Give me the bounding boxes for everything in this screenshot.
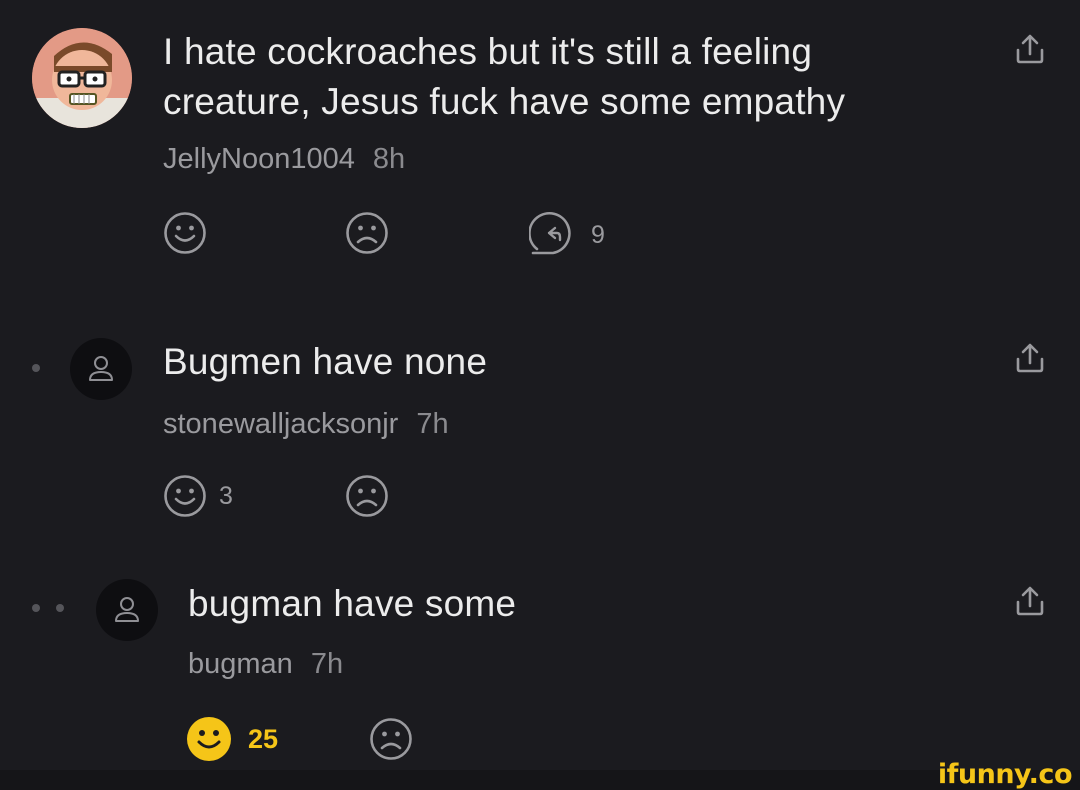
username[interactable]: bugman	[188, 648, 293, 680]
avatar[interactable]	[32, 28, 132, 128]
thread-depth-dot	[32, 364, 40, 372]
unsmile-icon	[346, 475, 388, 517]
share-icon[interactable]	[1013, 584, 1047, 618]
avatar[interactable]	[96, 579, 158, 641]
smile-button[interactable]	[163, 211, 207, 255]
timestamp: 7h	[310, 648, 344, 680]
share-icon[interactable]	[1013, 32, 1047, 66]
bottom-bar	[0, 770, 1080, 790]
thread-depth-dot	[56, 604, 64, 612]
smile-count: 25	[248, 723, 279, 754]
username[interactable]: JellyNoon1004	[163, 143, 355, 175]
smile-active-icon	[187, 717, 231, 761]
unsmile-button[interactable]	[369, 717, 413, 761]
comment-meta: stonewalljacksonjr 7h	[163, 408, 449, 441]
comment-text: Bugmen have none	[163, 341, 488, 382]
thread-depth-dot	[32, 604, 40, 612]
reply-button[interactable]: 9	[529, 211, 605, 259]
smile-button-active[interactable]: 25	[186, 716, 278, 762]
smile-icon	[164, 212, 206, 254]
username[interactable]: stonewalljacksonjr	[163, 408, 398, 440]
unsmile-icon	[370, 718, 412, 760]
smile-icon	[164, 475, 206, 517]
comment-meta: JellyNoon1004 8h	[163, 143, 405, 176]
comment-text: bugman have some	[188, 583, 517, 624]
share-icon[interactable]	[1013, 341, 1047, 375]
timestamp: 8h	[372, 143, 406, 175]
avatar[interactable]	[70, 338, 132, 400]
reply-count: 9	[591, 220, 605, 249]
cartoon-avatar-icon	[32, 28, 132, 128]
comment-text: I hate cockroaches but it's still a feel…	[163, 31, 846, 122]
reply-icon	[529, 212, 571, 255]
user-icon	[115, 597, 139, 622]
smile-count: 3	[219, 481, 233, 510]
user-icon	[89, 356, 113, 381]
comment-meta: bugman 7h	[188, 648, 343, 681]
watermark-logo: ifunny.co	[937, 759, 1073, 790]
timestamp: 7h	[416, 408, 449, 440]
unsmile-icon	[346, 212, 388, 254]
smile-button[interactable]: 3	[163, 474, 233, 518]
unsmile-button[interactable]	[345, 211, 389, 255]
unsmile-button[interactable]	[345, 474, 389, 518]
